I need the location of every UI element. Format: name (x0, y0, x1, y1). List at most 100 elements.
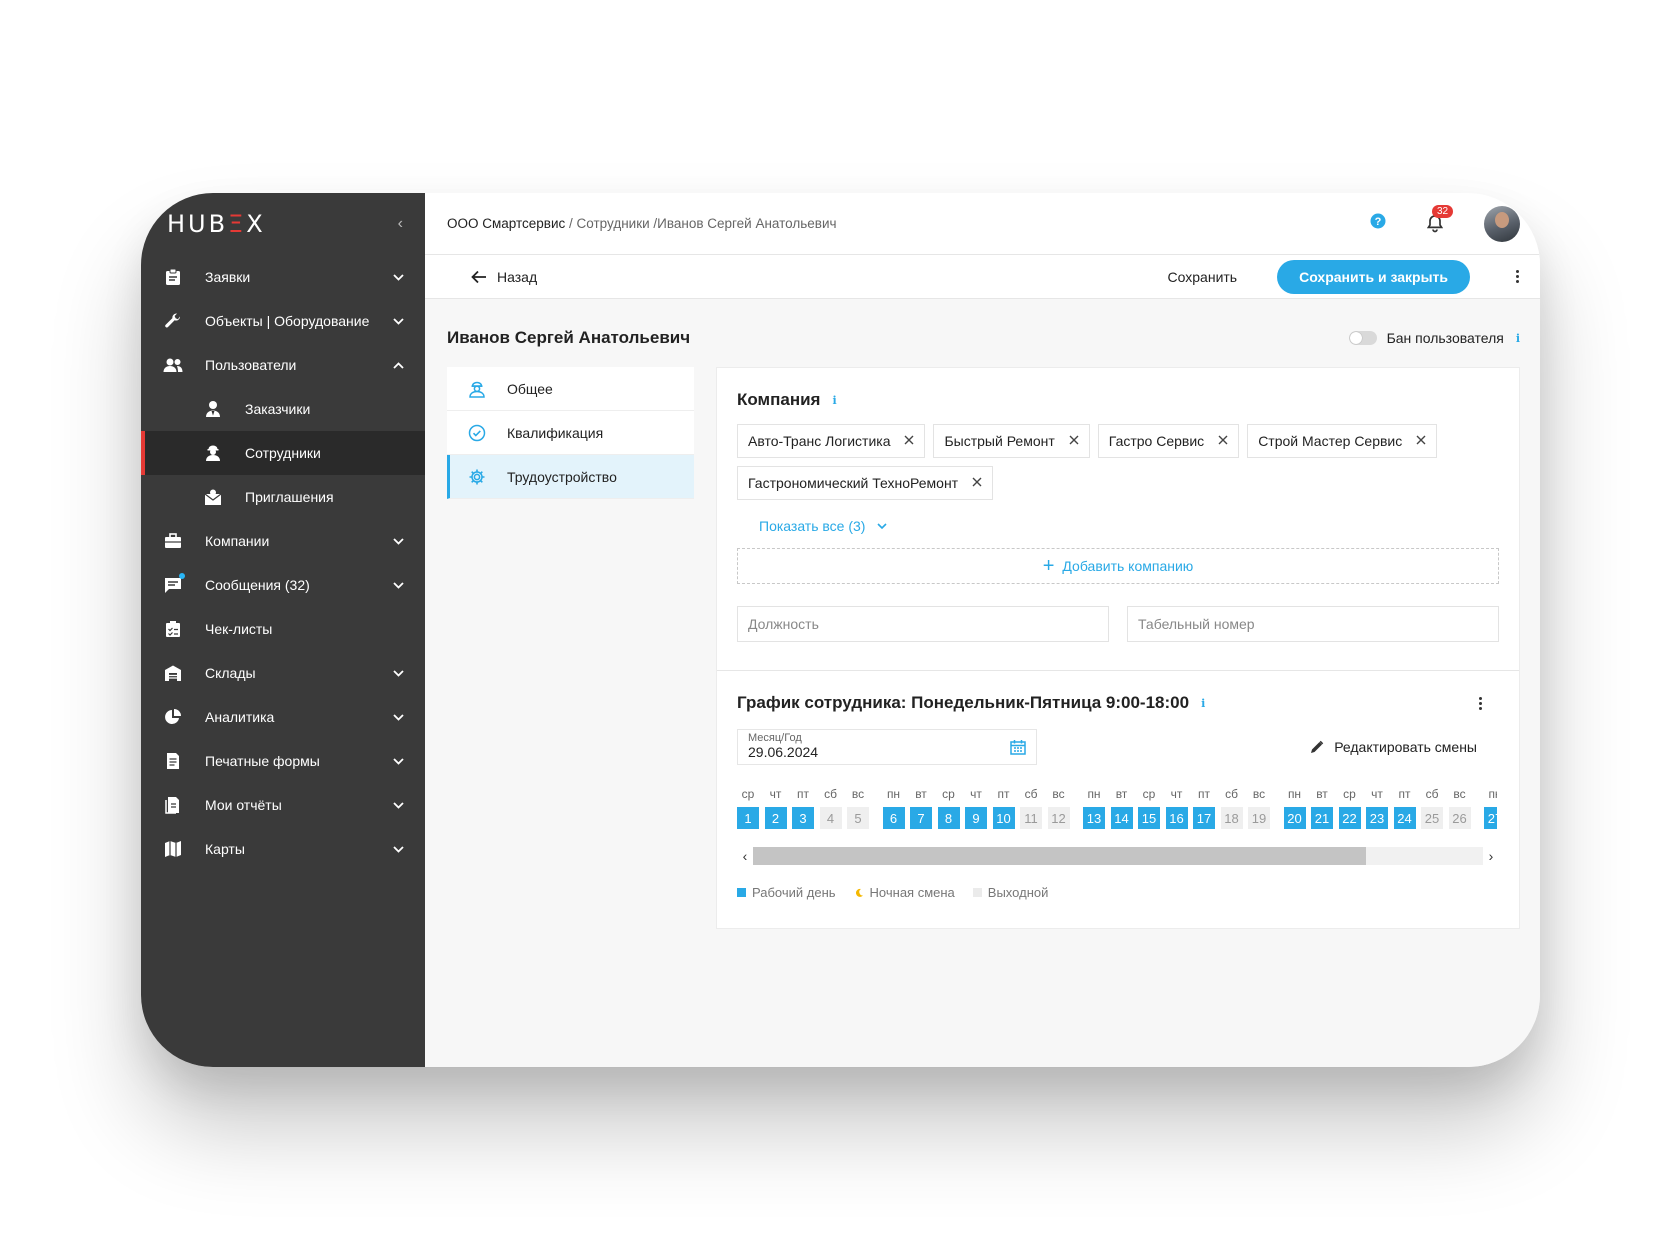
ban-user-toggle[interactable] (1348, 331, 1377, 345)
day-off-cell[interactable]: 18 (1220, 807, 1243, 829)
work-day-cell[interactable]: 3 (792, 807, 814, 829)
chevron-down-icon[interactable] (391, 578, 405, 592)
day-off-cell[interactable]: 12 (1047, 807, 1070, 829)
company-title: Компания (737, 390, 821, 409)
remove-chip-icon[interactable] (972, 474, 982, 492)
work-day-cell[interactable]: 13 (1083, 807, 1105, 829)
add-company-button[interactable]: + Добавить компанию (737, 548, 1499, 584)
calendar-icon[interactable] (1010, 739, 1026, 755)
remove-chip-icon[interactable] (1069, 432, 1079, 450)
chevron-up-icon[interactable] (391, 358, 405, 372)
sidebar-item-8[interactable]: Чек-листы (141, 607, 425, 651)
scroll-thumb[interactable] (753, 847, 1367, 865)
work-day-cell[interactable]: 14 (1110, 807, 1133, 829)
work-day-cell[interactable]: 16 (1165, 807, 1188, 829)
work-day-cell[interactable]: 17 (1193, 807, 1215, 829)
chevron-down-icon[interactable] (391, 754, 405, 768)
edit-shifts-button[interactable]: Редактировать смены (1310, 739, 1477, 755)
work-day-cell[interactable]: 15 (1138, 807, 1160, 829)
more-menu-icon[interactable] (1514, 270, 1520, 283)
chevron-down-icon[interactable] (391, 314, 405, 328)
sidebar-item-4[interactable]: Сотрудники (141, 431, 425, 475)
sidebar-item-13[interactable]: Карты (141, 827, 425, 871)
breadcrumb-company[interactable]: ООО Смартсервис (447, 216, 565, 231)
svg-text:?: ? (1375, 216, 1382, 228)
schedule-day: вт 14 (1110, 787, 1133, 829)
work-day-cell[interactable]: 23 (1366, 807, 1388, 829)
day-off-cell[interactable]: 26 (1448, 807, 1471, 829)
day-off-cell[interactable]: 5 (847, 807, 869, 829)
schedule-day: чт 23 (1366, 787, 1388, 829)
remove-chip-icon[interactable] (904, 432, 914, 450)
scroll-right-icon[interactable]: › (1483, 848, 1499, 864)
collapse-sidebar-button[interactable]: ‹ (398, 215, 403, 233)
work-day-cell[interactable]: 10 (992, 807, 1015, 829)
work-day-cell[interactable]: 22 (1338, 807, 1361, 829)
help-icon[interactable]: ? (1370, 213, 1386, 234)
work-day-cell[interactable]: 2 (764, 807, 787, 829)
logo-row: HUBΞX ‹ (141, 193, 425, 255)
chevron-down-icon[interactable] (391, 666, 405, 680)
chevron-down-icon[interactable] (391, 710, 405, 724)
report-icon (163, 795, 183, 815)
tab-0[interactable]: Общее (447, 367, 694, 411)
work-day-cell[interactable]: 7 (910, 807, 932, 829)
sidebar-item-12[interactable]: Мои отчёты (141, 783, 425, 827)
day-off-cell[interactable]: 4 (819, 807, 842, 829)
show-all-link[interactable]: Показать все (3) (759, 518, 1499, 534)
info-icon[interactable]: i (832, 394, 836, 407)
chevron-down-icon[interactable] (391, 270, 405, 284)
sidebar-item-10[interactable]: Аналитика (141, 695, 425, 739)
scroll-track[interactable] (753, 847, 1483, 865)
remove-chip-icon[interactable] (1218, 432, 1228, 450)
schedule-day: пн 13 (1083, 787, 1105, 829)
save-and-close-button[interactable]: Сохранить и закрыть (1277, 259, 1470, 294)
work-day-cell[interactable]: 9 (965, 807, 987, 829)
schedule-more-icon[interactable] (1477, 696, 1483, 710)
employment-card: Компания i Авто-Транс Логистика Быстрый Р… (716, 367, 1520, 929)
remove-chip-icon[interactable] (1416, 432, 1426, 450)
sidebar-item-0[interactable]: Заявки (141, 255, 425, 299)
tab-2[interactable]: Трудоустройство (447, 455, 694, 499)
work-day-cell[interactable]: 27 (1484, 807, 1497, 829)
month-year-field[interactable]: Месяц/Год 29.06.2024 (737, 729, 1037, 765)
breadcrumb-path[interactable]: Сотрудники /Иванов Сергей Анатольевич (577, 216, 837, 231)
schedule-scrollbar[interactable]: ‹ › (737, 847, 1499, 865)
position-field[interactable] (737, 606, 1109, 642)
company-chip-label: Строй Мастер Сервис (1258, 433, 1403, 449)
sidebar-item-7[interactable]: Сообщения (32) (141, 563, 425, 607)
schedule-days: ср 1 чт 2 пт 3 сб 4 вс 5 пн 6 вт 7 ср 8 чт 9 пт 10 сб 11 вс 12 п… (737, 787, 1497, 829)
chevron-down-icon[interactable] (391, 842, 405, 856)
sidebar-item-9[interactable]: Склады (141, 651, 425, 695)
work-day-cell[interactable]: 21 (1311, 807, 1333, 829)
day-off-cell[interactable]: 19 (1248, 807, 1270, 829)
chevron-down-icon[interactable] (391, 534, 405, 548)
scroll-left-icon[interactable]: ‹ (737, 848, 753, 864)
sidebar-item-5[interactable]: Приглашения (141, 475, 425, 519)
work-day-cell[interactable]: 1 (737, 807, 759, 829)
sidebar-item-2[interactable]: Пользователи (141, 343, 425, 387)
sidebar-item-6[interactable]: Компании (141, 519, 425, 563)
sidebar-item-3[interactable]: Заказчики (141, 387, 425, 431)
save-button[interactable]: Сохранить (1168, 269, 1238, 285)
schedule-day: вс 19 (1248, 787, 1270, 829)
work-day-cell[interactable]: 8 (937, 807, 960, 829)
work-day-cell[interactable]: 6 (882, 807, 905, 829)
tab-1[interactable]: Квалификация (447, 411, 694, 455)
user-avatar[interactable] (1484, 205, 1520, 242)
chevron-down-icon[interactable] (391, 798, 405, 812)
company-chip-label: Быстрый Ремонт (944, 433, 1055, 449)
clipboard-icon (163, 267, 183, 287)
notifications-bell-icon[interactable]: 32 (1424, 204, 1454, 235)
day-off-cell[interactable]: 11 (1020, 807, 1042, 829)
back-button[interactable]: Назад (471, 269, 1168, 285)
weekday-label: сб (824, 787, 837, 801)
work-day-cell[interactable]: 24 (1393, 807, 1416, 829)
day-off-cell[interactable]: 25 (1421, 807, 1443, 829)
tab-number-field[interactable] (1127, 606, 1499, 642)
sidebar-item-11[interactable]: Печатные формы (141, 739, 425, 783)
sidebar-item-1[interactable]: Объекты | Оборудование (141, 299, 425, 343)
info-icon[interactable]: i (1516, 332, 1520, 345)
work-day-cell[interactable]: 20 (1283, 807, 1306, 829)
info-icon[interactable]: i (1201, 697, 1205, 710)
